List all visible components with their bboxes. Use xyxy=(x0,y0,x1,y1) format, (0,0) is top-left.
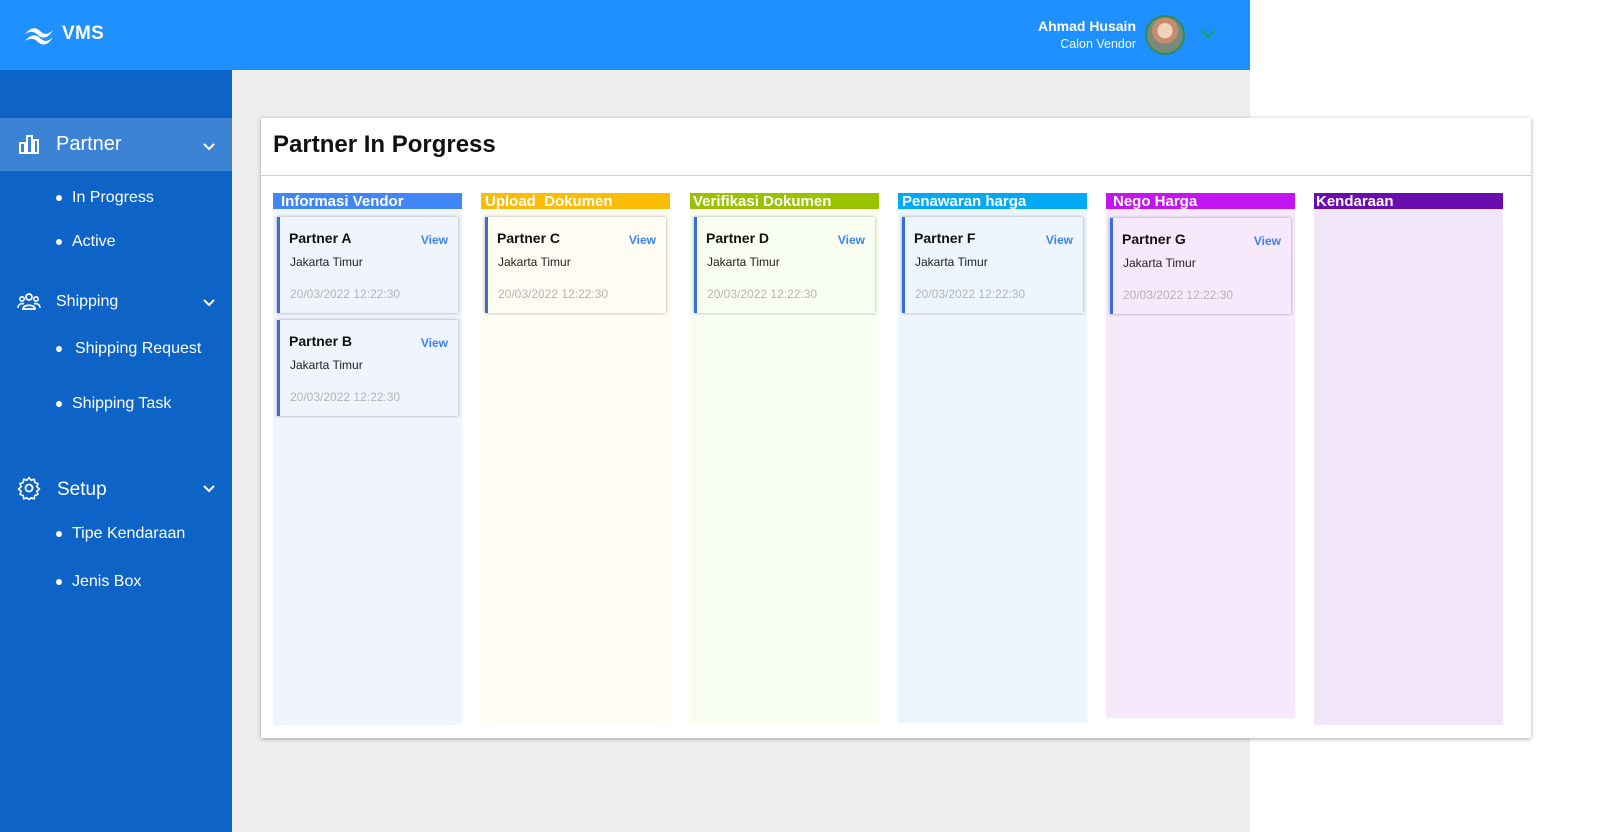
kanban-column-penawaran-harga: Penawaran harga Partner F View Jakarta T… xyxy=(898,193,1087,723)
sidebar-group-setup[interactable]: Setup xyxy=(0,468,232,508)
partner-date: 20/03/2022 12:22:30 xyxy=(498,287,609,301)
sidebar-item-label: Shipping Request xyxy=(75,340,202,357)
chevron-down-icon[interactable] xyxy=(202,298,216,308)
partner-city: Jakarta Timur xyxy=(1123,256,1196,270)
partner-card[interactable]: Partner C View Jakarta Timur 20/03/2022 … xyxy=(485,217,666,313)
bullet xyxy=(56,401,62,407)
bullet xyxy=(56,195,62,201)
partner-card[interactable]: Partner D View Jakarta Timur 20/03/2022 … xyxy=(694,217,875,313)
column-header: Nego Harga xyxy=(1106,193,1295,210)
partner-city: Jakarta Timur xyxy=(290,358,363,372)
partner-date: 20/03/2022 12:22:30 xyxy=(1123,288,1234,302)
column-header: Upload Dokumen xyxy=(481,193,670,210)
view-link[interactable]: View xyxy=(1046,233,1073,247)
chevron-down-icon[interactable] xyxy=(202,142,216,152)
column-body: Partner D View Jakarta Timur 20/03/2022 … xyxy=(690,209,879,725)
column-header: Penawaran harga xyxy=(898,193,1087,210)
gear-icon xyxy=(17,476,41,500)
sidebar-group-shipping[interactable]: Shipping xyxy=(0,282,232,322)
kanban-column-kendaraan: Kendaraan xyxy=(1314,193,1503,725)
partner-date: 20/03/2022 12:22:30 xyxy=(290,390,401,404)
column-header: Verifikasi Dokumen xyxy=(690,193,879,210)
user-info[interactable]: Ahmad Husain Calon Vendor xyxy=(1038,17,1136,53)
kanban-column-informasi-vendor: Informasi Vendor Partner A View Jakarta … xyxy=(273,193,462,725)
page-title: Partner In Porgress xyxy=(273,131,496,158)
bullet xyxy=(56,346,62,352)
column-body: Partner G View Jakarta Timur 20/03/2022 … xyxy=(1106,209,1295,718)
divider xyxy=(261,175,1531,176)
sidebar-item-active[interactable]: Active xyxy=(56,233,116,251)
partner-name: Partner C xyxy=(497,230,561,246)
partner-name: Partner G xyxy=(1122,231,1186,247)
sidebar-item-shipping-request[interactable]: Shipping Request xyxy=(56,340,201,358)
view-link[interactable]: View xyxy=(838,233,865,247)
partner-date: 20/03/2022 12:22:30 xyxy=(915,287,1026,301)
kanban-panel: Partner In Porgress Informasi Vendor Par… xyxy=(261,118,1531,738)
sidebar-item-label: Tipe Kendaraan xyxy=(72,525,186,542)
partner-card[interactable]: Partner B View Jakarta Timur 20/03/2022 … xyxy=(277,320,458,416)
bullet xyxy=(56,531,62,537)
partner-city: Jakarta Timur xyxy=(498,255,571,269)
wave-logo-icon xyxy=(25,28,53,45)
sidebar-group-label: Partner xyxy=(56,133,122,155)
column-body: Partner F View Jakarta Timur 20/03/2022 … xyxy=(898,209,1087,723)
partner-date: 20/03/2022 12:22:30 xyxy=(290,287,401,301)
kanban-column-verifikasi-dokumen: Verifikasi Dokumen Partner D View Jakart… xyxy=(690,193,879,725)
partner-card[interactable]: Partner F View Jakarta Timur 20/03/2022 … xyxy=(902,217,1083,313)
partner-name: Partner A xyxy=(289,230,352,246)
kanban-column-upload-dokumen: Upload Dokumen Partner C View Jakarta Ti… xyxy=(481,193,670,725)
bullet xyxy=(56,579,62,585)
partner-name: Partner B xyxy=(289,333,353,349)
partner-card[interactable]: Partner A View Jakarta Timur 20/03/2022 … xyxy=(277,217,458,313)
partner-city: Jakarta Timur xyxy=(915,255,988,269)
users-icon xyxy=(17,293,41,310)
partner-card[interactable]: Partner G View Jakarta Timur 20/03/2022 … xyxy=(1110,218,1291,314)
view-link[interactable]: View xyxy=(1254,234,1281,248)
sidebar-item-label: Jenis Box xyxy=(72,573,142,590)
column-header: Informasi Vendor xyxy=(273,193,462,210)
partner-city: Jakarta Timur xyxy=(290,255,363,269)
view-link[interactable]: View xyxy=(629,233,656,247)
view-link[interactable]: View xyxy=(421,233,448,247)
partner-name: Partner D xyxy=(706,230,770,246)
sidebar-item-label: In Progress xyxy=(72,189,154,206)
column-header: Kendaraan xyxy=(1314,193,1503,210)
bullet xyxy=(56,239,62,245)
sidebar-item-shipping-task[interactable]: Shipping Task xyxy=(56,395,171,413)
column-body xyxy=(1314,209,1503,725)
sidebar-group-partner[interactable]: Partner xyxy=(0,118,232,171)
view-link[interactable]: View xyxy=(421,336,448,350)
sidebar: Partner In Progress Active Shipping Ship… xyxy=(0,70,232,832)
sidebar-item-tipe-kendaraan[interactable]: Tipe Kendaraan xyxy=(56,525,185,543)
sidebar-item-label: Active xyxy=(72,233,116,250)
sidebar-item-in-progress[interactable]: In Progress xyxy=(56,189,154,207)
app-brand: VMS xyxy=(62,23,105,44)
bar-chart-icon xyxy=(19,135,39,154)
sidebar-group-label: Setup xyxy=(57,479,107,500)
partner-name: Partner F xyxy=(914,230,976,246)
sidebar-group-label: Shipping xyxy=(56,293,119,310)
sidebar-item-label: Shipping Task xyxy=(72,395,172,412)
column-body: Partner A View Jakarta Timur 20/03/2022 … xyxy=(273,209,462,725)
app-logo[interactable]: VMS xyxy=(22,22,104,46)
sidebar-item-jenis-box[interactable]: Jenis Box xyxy=(56,573,141,591)
top-bar: VMS Ahmad Husain Calon Vendor xyxy=(0,0,1250,70)
user-role: Calon Vendor xyxy=(1060,37,1136,51)
chevron-down-icon[interactable] xyxy=(202,484,216,494)
chevron-down-icon[interactable] xyxy=(1199,27,1217,41)
partner-city: Jakarta Timur xyxy=(707,255,780,269)
kanban-column-nego-harga: Nego Harga Partner G View Jakarta Timur … xyxy=(1106,193,1295,718)
partner-date: 20/03/2022 12:22:30 xyxy=(707,287,818,301)
column-body: Partner C View Jakarta Timur 20/03/2022 … xyxy=(481,209,670,725)
user-name: Ahmad Husain xyxy=(1037,18,1136,34)
avatar[interactable] xyxy=(1145,15,1185,55)
